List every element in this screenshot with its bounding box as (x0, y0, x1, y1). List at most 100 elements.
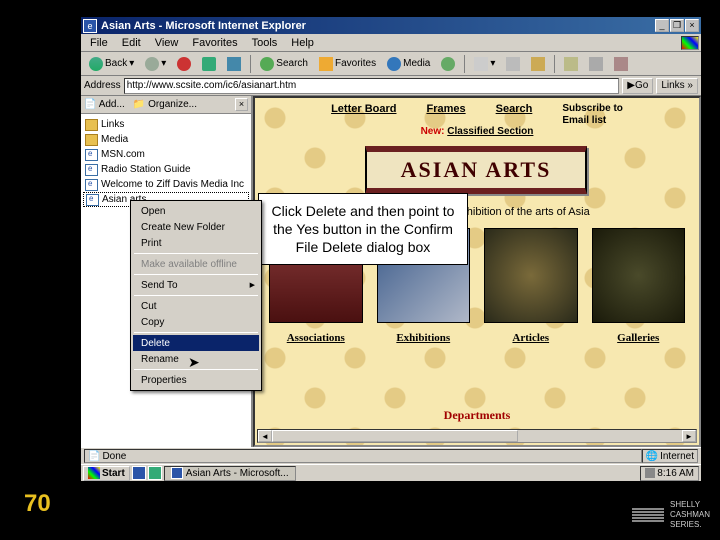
menu-help[interactable]: Help (284, 36, 321, 50)
window-title: Asian Arts - Microsoft Internet Explorer (101, 20, 655, 32)
back-arrow-icon (89, 57, 103, 71)
scroll-right-icon[interactable]: ► (682, 430, 696, 442)
menu-item-rename[interactable]: Rename (133, 351, 259, 367)
menu-tools[interactable]: Tools (245, 36, 285, 50)
printer-icon (506, 57, 520, 71)
status-bar: 📄Done 🌐Internet (81, 447, 701, 464)
edit-button[interactable] (527, 55, 549, 73)
menu-item-create-new-folder[interactable]: Create New Folder (133, 219, 259, 235)
scroll-left-icon[interactable]: ◄ (258, 430, 272, 442)
forward-arrow-icon (145, 57, 159, 71)
favorite-item[interactable]: MSN.com (83, 147, 249, 162)
home-icon (227, 57, 241, 71)
discuss-button[interactable] (560, 55, 582, 73)
link-galleries[interactable]: Galleries (617, 332, 659, 344)
page-icon (85, 164, 98, 176)
web-content-area: Letter Board Frames Search Subscribe toE… (253, 96, 701, 447)
organize-favorites-button[interactable]: 📁 Organize... (133, 99, 197, 110)
favorite-label: Links (101, 119, 124, 130)
menu-item-properties[interactable]: Properties (133, 372, 259, 388)
new-label: New: (421, 126, 445, 137)
link-associations[interactable]: Associations (287, 332, 345, 344)
start-button[interactable]: Start (83, 466, 130, 481)
print-button[interactable] (502, 55, 524, 73)
forward-button[interactable]: ▾ (141, 55, 170, 73)
link-exhibitions[interactable]: Exhibitions (396, 332, 450, 344)
menu-item-make-available-offline: Make available offline (133, 256, 259, 272)
menu-item-print[interactable]: Print (133, 235, 259, 251)
menu-edit[interactable]: Edit (115, 36, 148, 50)
stop-icon (177, 57, 191, 71)
menu-view[interactable]: View (148, 36, 186, 50)
links-button[interactable]: Links » (656, 78, 698, 94)
menu-file[interactable]: File (83, 36, 115, 50)
scrollbar-thumb[interactable] (272, 430, 518, 442)
media-icon (387, 57, 401, 71)
discuss-icon (564, 57, 578, 71)
mail-icon (474, 57, 488, 71)
window-titlebar: e Asian Arts - Microsoft Internet Explor… (81, 17, 701, 34)
status-text: Done (102, 451, 126, 462)
departments-heading: Departments (255, 408, 699, 423)
add-favorite-button[interactable]: 📄 Add... (84, 99, 125, 110)
search-icon (260, 57, 274, 71)
link-frames[interactable]: Frames (426, 103, 465, 127)
task-ie-icon (171, 467, 183, 479)
maximize-button[interactable]: ❐ (670, 19, 684, 32)
navigation-toolbar: Back ▾ ▾ Search Favorites Media ▾ (81, 52, 701, 76)
subscribe-label[interactable]: Subscribe toEmail list (562, 103, 623, 127)
context-menu: OpenCreate New FolderPrint Make available… (130, 200, 262, 391)
favorite-item[interactable]: Welcome to Ziff Davis Media Inc (83, 177, 249, 192)
system-tray: 8:16 AM (640, 466, 699, 481)
menu-favorites[interactable]: Favorites (185, 36, 244, 50)
link-articles[interactable]: Articles (512, 332, 549, 344)
favorite-item[interactable]: Links (83, 117, 249, 132)
edit-icon (531, 57, 545, 71)
go-button[interactable]: ▶ Go (622, 78, 653, 94)
favorite-item[interactable]: Media (83, 132, 249, 147)
extra2-button[interactable] (610, 55, 632, 73)
tray-icon[interactable] (645, 468, 655, 478)
menu-bar: File Edit View Favorites Tools Help (81, 34, 701, 52)
link-search[interactable]: Search (496, 103, 533, 127)
tool2-icon (614, 57, 628, 71)
page-icon (85, 149, 98, 161)
thumb-galleries[interactable] (592, 228, 686, 323)
page-icon: 📄 (88, 451, 100, 462)
taskbar-task[interactable]: Asian Arts - Microsoft... (164, 466, 296, 481)
horizontal-scrollbar[interactable]: ◄ ► (257, 429, 697, 443)
menu-item-cut[interactable]: Cut (133, 298, 259, 314)
menu-item-open[interactable]: Open (133, 203, 259, 219)
thumb-articles[interactable] (484, 228, 578, 323)
menu-item-copy[interactable]: Copy (133, 314, 259, 330)
stop-button[interactable] (173, 55, 195, 73)
star-icon (319, 57, 333, 71)
home-button[interactable] (223, 55, 245, 73)
folder-icon (85, 119, 98, 131)
menu-item-send-to[interactable]: Send To (133, 277, 259, 293)
back-button[interactable]: Back ▾ (85, 55, 138, 73)
quicklaunch-desktop-icon[interactable] (148, 466, 162, 480)
extra1-button[interactable] (585, 55, 607, 73)
close-pane-button[interactable]: × (235, 98, 248, 111)
site-banner: ASIAN ARTS (365, 146, 587, 194)
quicklaunch-ie-icon[interactable] (132, 466, 146, 480)
menu-item-delete[interactable]: Delete (133, 335, 259, 351)
link-letter-board[interactable]: Letter Board (331, 103, 396, 127)
history-button[interactable] (437, 55, 459, 73)
link-classified[interactable]: Classified Section (447, 126, 533, 137)
favorite-item[interactable]: Radio Station Guide (83, 162, 249, 177)
media-button[interactable]: Media (383, 55, 434, 73)
tool-icon (589, 57, 603, 71)
search-button[interactable]: Search (256, 55, 312, 73)
folder-icon (85, 134, 98, 146)
favorite-label: Media (101, 134, 128, 145)
minimize-button[interactable]: _ (655, 19, 669, 32)
address-input[interactable] (124, 78, 620, 94)
address-bar: Address ▶ Go Links » (81, 76, 701, 96)
favorites-button[interactable]: Favorites (315, 55, 380, 73)
refresh-button[interactable] (198, 55, 220, 73)
site-subtitle: …d exhibition of the arts of Asia (435, 206, 689, 220)
mail-button[interactable]: ▾ (470, 55, 499, 73)
close-button[interactable]: × (685, 19, 699, 32)
